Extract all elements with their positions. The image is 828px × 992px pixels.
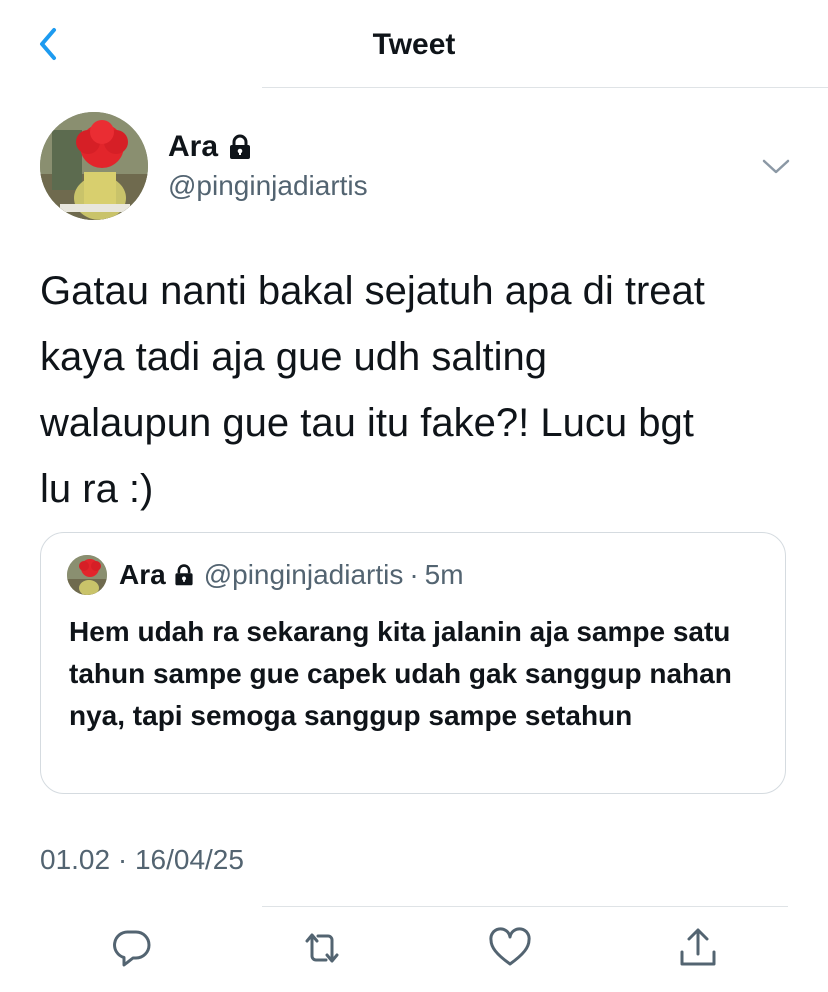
heart-icon: [489, 927, 531, 966]
quoted-tweet[interactable]: Ara @pinginjadiartis · 5m Hem udah ra se…: [40, 532, 786, 794]
lock-icon: [230, 134, 251, 159]
retweet-icon: [305, 933, 339, 963]
quoted-handle: @pinginjadiartis: [203, 559, 404, 590]
quoted-avatar: [67, 555, 107, 595]
tweet-text: Gatau nanti bakal sejatuh apa di treat k…: [40, 269, 705, 511]
author-handle[interactable]: @pinginjadiartis: [168, 170, 368, 202]
quoted-header: Ara @pinginjadiartis · 5m: [119, 559, 464, 591]
avatar[interactable]: [40, 112, 148, 220]
author-display-name: Ara: [168, 130, 219, 163]
lock-icon: [175, 564, 193, 586]
quoted-text: Hem udah ra sekarang kita jalanin aja sa…: [69, 616, 732, 731]
retweet-button[interactable]: [298, 924, 346, 972]
author-name[interactable]: Ara: [168, 130, 254, 164]
action-bar: [0, 924, 828, 972]
header-divider: [262, 87, 828, 88]
page-title: Tweet: [372, 28, 456, 61]
tweet-timestamp: 01.02 · 16/04/25: [40, 844, 244, 875]
tweet-menu-button[interactable]: [760, 152, 792, 180]
like-button[interactable]: [486, 924, 534, 972]
quoted-separator: ·: [409, 559, 419, 590]
top-bar: Tweet: [0, 0, 828, 88]
footer-divider: [262, 906, 788, 907]
quoted-time: 5m: [424, 559, 464, 590]
share-icon: [680, 928, 716, 966]
reply-button[interactable]: [108, 924, 156, 972]
share-button[interactable]: [674, 924, 722, 972]
avatar-image: [40, 112, 148, 220]
quoted-display-name: Ara: [119, 559, 166, 590]
chevron-down-icon: [762, 159, 790, 174]
reply-icon: [113, 930, 151, 967]
